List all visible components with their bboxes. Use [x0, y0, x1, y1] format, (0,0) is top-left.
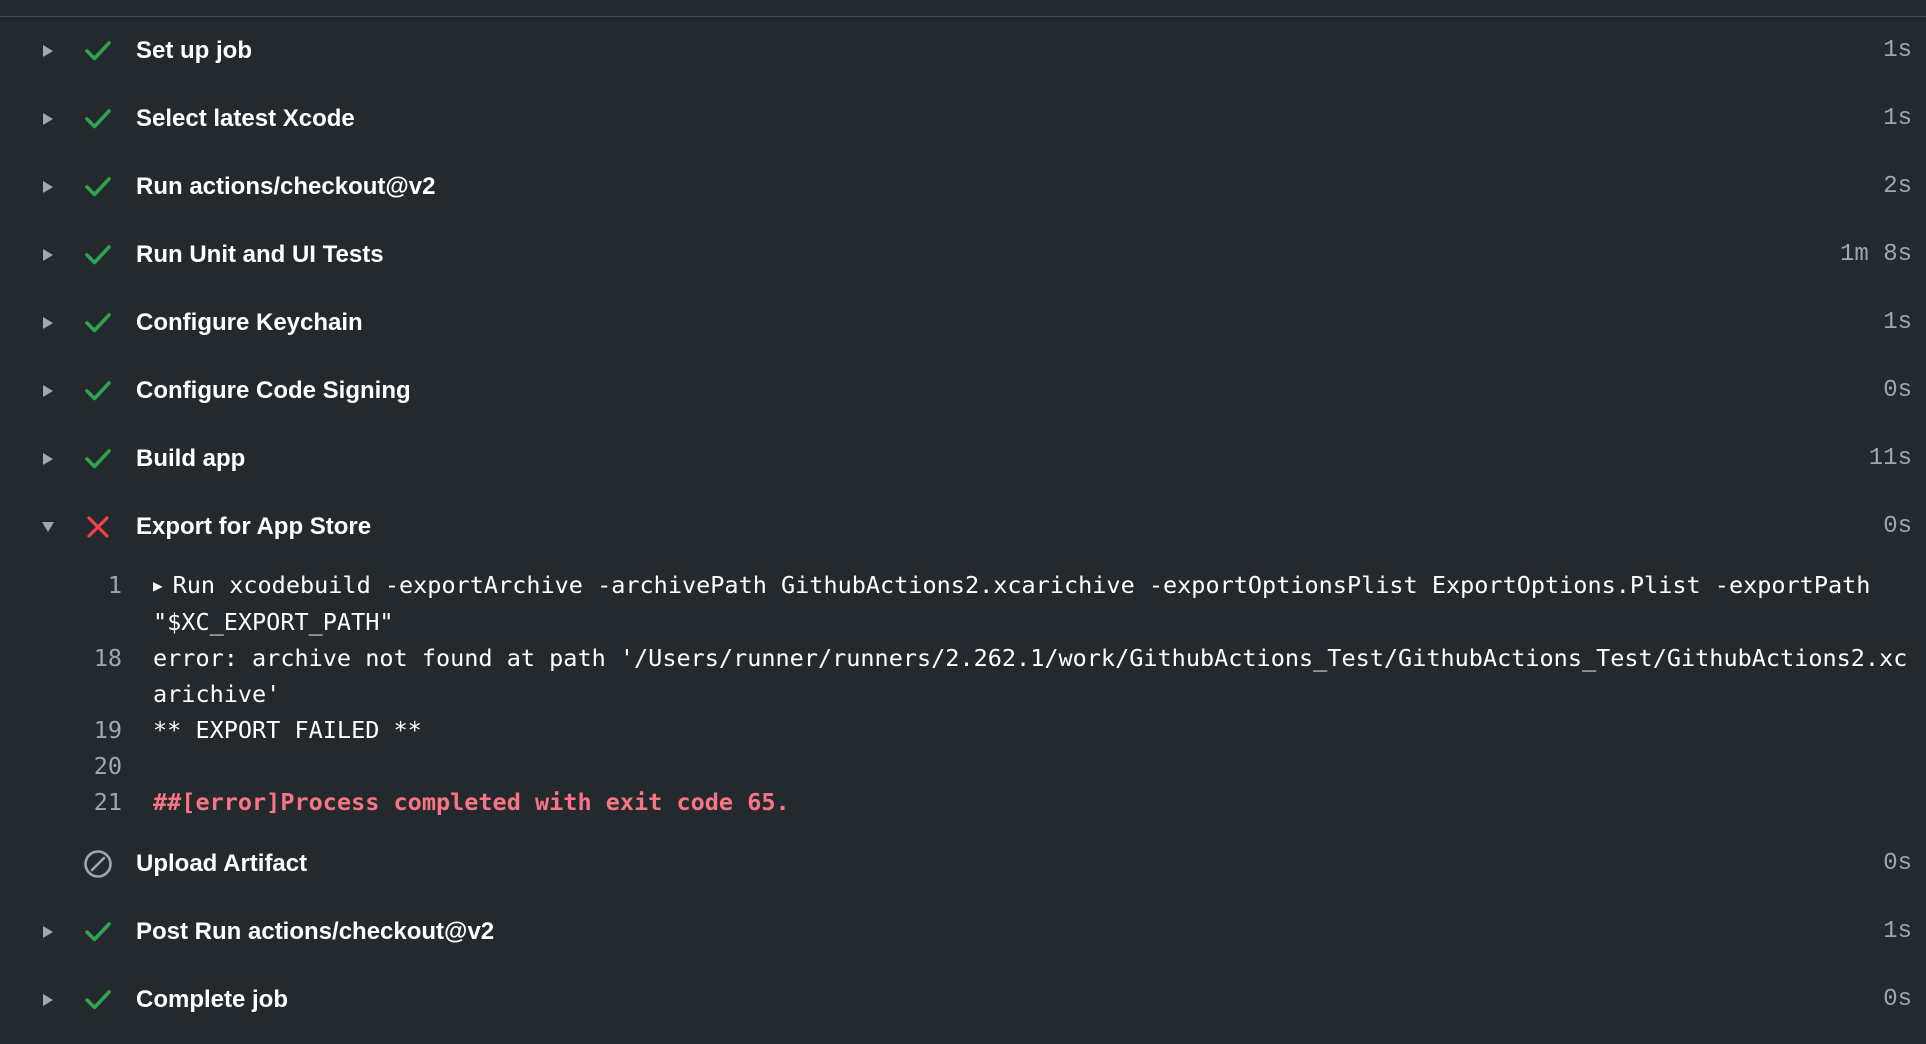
step-title: Select latest Xcode — [136, 105, 355, 132]
caret-right-icon[interactable] — [38, 221, 58, 289]
check-icon — [82, 898, 114, 966]
caret-right-icon[interactable] — [38, 357, 58, 425]
step-upload-artifact[interactable]: Upload Artifact 0s — [0, 830, 1926, 898]
log-line[interactable]: 1 ▶ Run xcodebuild -exportArchive -archiv… — [0, 567, 1926, 640]
check-icon — [82, 966, 114, 1034]
caret-right-icon[interactable] — [38, 153, 58, 221]
step-duration: 1s — [1883, 105, 1912, 132]
step-duration: 2s — [1883, 173, 1912, 200]
step-duration: 0s — [1883, 377, 1912, 404]
step-run-tests[interactable]: Run Unit and UI Tests 1m 8s — [0, 221, 1926, 289]
step-title: Upload Artifact — [136, 850, 308, 877]
line-number[interactable]: 19 — [0, 712, 122, 748]
caret-down-icon[interactable] — [38, 493, 58, 561]
caret-right-icon[interactable] — [38, 966, 58, 1034]
line-number[interactable]: 21 — [0, 784, 122, 820]
check-icon — [82, 357, 114, 425]
log-line-error[interactable]: 21 ##[error]Process completed with exit … — [0, 784, 1926, 820]
skipped-icon — [82, 830, 114, 898]
log-line[interactable]: 20 — [0, 748, 1926, 784]
log-text-content: Run xcodebuild -exportArchive -archivePa… — [153, 571, 1885, 636]
step-title: Build app — [136, 445, 246, 472]
log-text: error: archive not found at path '/Users… — [153, 644, 1908, 708]
caret-right-icon[interactable] — [38, 289, 58, 357]
step-title: Post Run actions/checkout@v2 — [136, 918, 495, 945]
log-text: ▶ Run xcodebuild -exportArchive -archiveP… — [153, 567, 1913, 640]
check-icon — [82, 85, 114, 153]
step-title: Configure Keychain — [136, 309, 363, 336]
step-log: 1 ▶ Run xcodebuild -exportArchive -archiv… — [0, 561, 1926, 830]
step-configure-keychain[interactable]: Configure Keychain 1s — [0, 289, 1926, 357]
step-set-up-job[interactable]: Set up job 1s — [0, 17, 1926, 85]
caret-right-icon[interactable] — [38, 425, 58, 493]
line-number[interactable]: 1 — [0, 567, 122, 640]
workflow-job-log: Set up job 1s Select latest Xcode 1s Run… — [0, 0, 1926, 1044]
expand-group-icon[interactable]: ▶ — [153, 576, 163, 595]
step-title: Complete job — [136, 986, 289, 1013]
log-text: ** EXPORT FAILED ** — [153, 716, 422, 744]
caret-right-icon[interactable] — [38, 17, 58, 85]
x-icon — [82, 493, 114, 561]
step-run-checkout[interactable]: Run actions/checkout@v2 2s — [0, 153, 1926, 221]
step-duration: 0s — [1883, 986, 1912, 1013]
check-icon — [82, 425, 114, 493]
steps-list: Set up job 1s Select latest Xcode 1s Run… — [0, 17, 1926, 1034]
line-number[interactable]: 18 — [0, 640, 122, 712]
caret-right-icon[interactable] — [38, 898, 58, 966]
check-icon — [82, 289, 114, 357]
step-build-app[interactable]: Build app 11s — [0, 425, 1926, 493]
step-post-run-checkout[interactable]: Post Run actions/checkout@v2 1s — [0, 898, 1926, 966]
step-duration: 11s — [1868, 445, 1912, 472]
step-title: Configure Code Signing — [136, 377, 411, 404]
check-icon — [82, 221, 114, 289]
step-title: Run Unit and UI Tests — [136, 241, 384, 268]
step-title: Set up job — [136, 37, 252, 64]
step-export-for-app-store[interactable]: Export for App Store 0s — [0, 493, 1926, 561]
log-text: ##[error]Process completed with exit cod… — [153, 788, 790, 816]
log-line[interactable]: 19 ** EXPORT FAILED ** — [0, 712, 1926, 748]
step-duration: 1m 8s — [1839, 241, 1912, 268]
step-select-latest-xcode[interactable]: Select latest Xcode 1s — [0, 85, 1926, 153]
check-icon — [82, 153, 114, 221]
step-duration: 1s — [1883, 37, 1912, 64]
step-configure-code-signing[interactable]: Configure Code Signing 0s — [0, 357, 1926, 425]
step-title: Export for App Store — [136, 513, 372, 540]
step-duration: 1s — [1883, 309, 1912, 336]
check-icon — [82, 17, 114, 85]
log-line[interactable]: 18 error: archive not found at path '/Us… — [0, 640, 1926, 712]
step-duration: 0s — [1883, 513, 1912, 540]
caret-right-icon[interactable] — [38, 85, 58, 153]
step-duration: 0s — [1883, 850, 1912, 877]
line-number[interactable]: 20 — [0, 748, 122, 784]
step-complete-job[interactable]: Complete job 0s — [0, 966, 1926, 1034]
step-duration: 1s — [1883, 918, 1912, 945]
step-title: Run actions/checkout@v2 — [136, 173, 436, 200]
